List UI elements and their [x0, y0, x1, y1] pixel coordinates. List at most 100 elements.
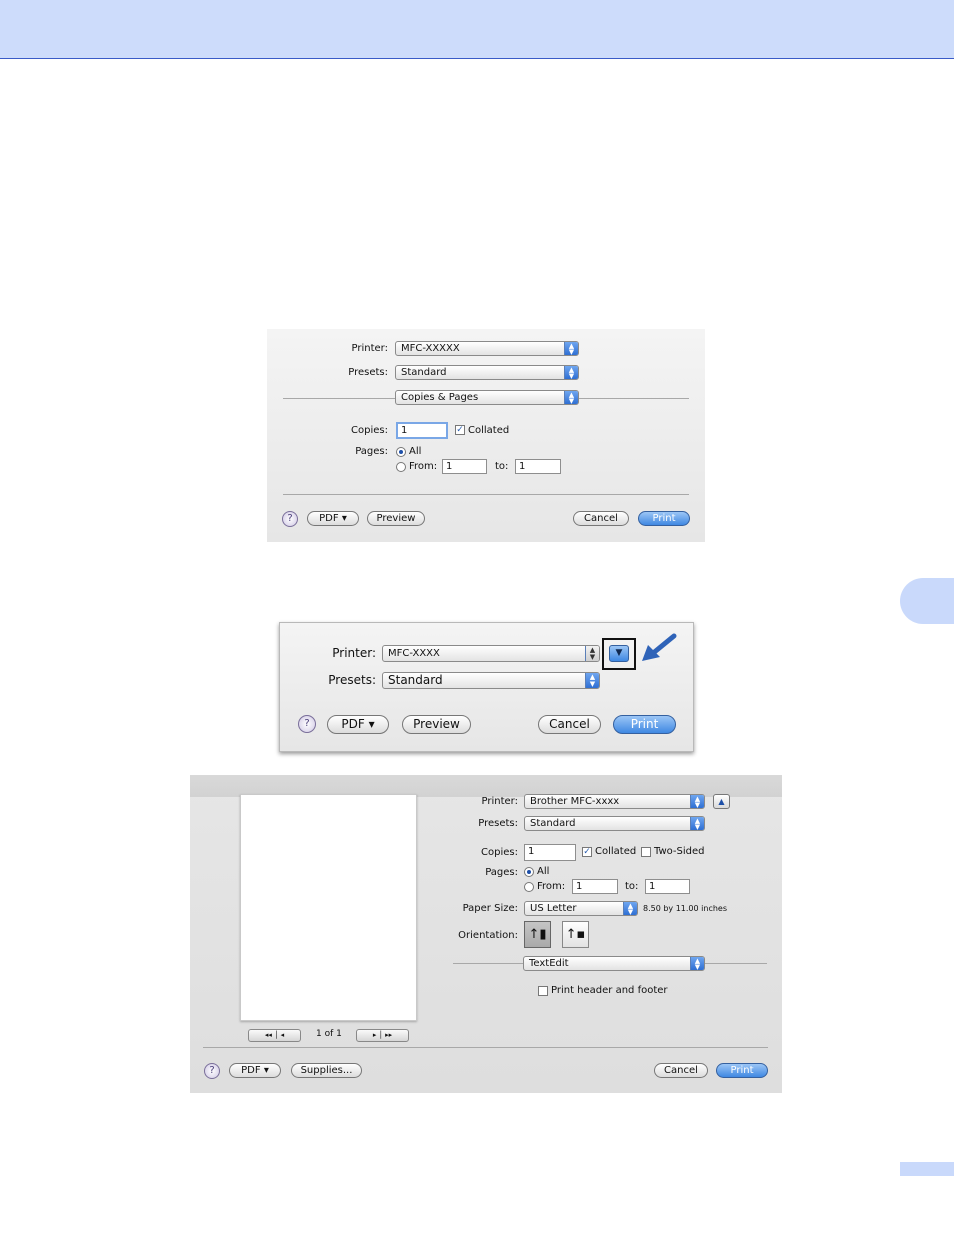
page-count: 1 of 1 [316, 1029, 342, 1039]
presets-label: Presets: [478, 818, 518, 829]
print-button[interactable]: Print [716, 1063, 768, 1078]
cancel-button[interactable]: Cancel [538, 715, 601, 734]
landscape-person-icon: ↑▪ [565, 927, 586, 942]
preview-button[interactable]: Preview [367, 511, 425, 526]
collated-checkbox[interactable]: ✓ [455, 425, 465, 435]
to-field[interactable]: 1 [645, 879, 690, 894]
header-band [0, 0, 954, 59]
presets-label: Presets: [348, 367, 388, 378]
popup-arrows-icon: ▲ ▼ [623, 902, 637, 915]
popup-arrows-icon: ▲ ▼ [585, 646, 599, 661]
pages-label: Pages: [355, 446, 388, 457]
disclosure-button[interactable]: ▼ [609, 645, 629, 662]
popup-arrows-icon: ▲ ▼ [564, 366, 578, 379]
page-preview [240, 794, 417, 1021]
to-label: to: [625, 881, 639, 892]
cancel-button[interactable]: Cancel [654, 1063, 708, 1078]
collated-label: Collated [468, 425, 510, 436]
paper-size-popup[interactable]: US Letter ▲ ▼ [524, 901, 638, 916]
first-prev-buttons[interactable]: ◂◂ │ ◂ [248, 1029, 301, 1042]
popup-arrows-icon: ▲ ▼ [690, 957, 704, 970]
separator [453, 963, 523, 964]
chapter-tab [900, 578, 954, 624]
pages-from-radio[interactable] [524, 882, 534, 892]
printer-value: MFC-XXXXX [401, 343, 460, 354]
to-field[interactable]: 1 [515, 459, 561, 474]
collapse-button[interactable]: ▲ [713, 794, 730, 809]
next-last-buttons[interactable]: ▸ │ ▸▸ [356, 1029, 409, 1042]
preview-button[interactable]: Preview [402, 715, 471, 734]
pdf-button[interactable]: PDF ▾ [327, 715, 389, 734]
portrait-person-icon: ↑▮ [528, 927, 547, 942]
orientation-label: Orientation: [458, 930, 518, 941]
triangle-down-icon: ▼ [615, 648, 623, 658]
help-icon[interactable]: ? [282, 511, 298, 527]
separator [705, 963, 767, 964]
pages-all-radio[interactable] [524, 867, 534, 877]
app-panel-value: TextEdit [529, 958, 569, 969]
pdf-button[interactable]: PDF ▾ [307, 511, 359, 526]
printer-value: MFC-XXXX [388, 648, 440, 659]
copies-field[interactable]: 1 [396, 422, 448, 439]
all-label: All [537, 866, 550, 877]
pdf-button[interactable]: PDF ▾ [229, 1063, 281, 1078]
from-label: From: [409, 461, 438, 472]
all-label: All [409, 446, 422, 457]
printer-popup[interactable]: MFC-XXXXX ▲ ▼ [395, 341, 579, 356]
panel-popup[interactable]: Copies & Pages ▲ ▼ [395, 390, 579, 405]
printer-value: Brother MFC-xxxx [530, 796, 620, 807]
two-sided-checkbox[interactable] [641, 847, 651, 857]
print-button[interactable]: Print [638, 511, 690, 526]
pages-label: Pages: [485, 867, 518, 878]
two-sided-label: Two-Sided [654, 846, 705, 857]
printer-label: Printer: [351, 343, 388, 354]
copies-label: Copies: [481, 847, 518, 858]
to-label: to: [495, 461, 509, 472]
popup-arrows-icon: ▲ ▼ [564, 342, 578, 355]
pages-from-radio[interactable] [396, 462, 406, 472]
from-label: From: [537, 881, 566, 892]
popup-arrows-icon: ▲ ▼ [564, 391, 578, 404]
help-icon[interactable]: ? [204, 1063, 220, 1079]
popup-arrows-icon: ▲ ▼ [690, 817, 704, 830]
paper-size-value: US Letter [530, 903, 577, 914]
print-dialog-expanded: ◂◂ │ ◂ 1 of 1 ▸ │ ▸▸ Printer: Brother MF… [190, 775, 782, 1093]
cancel-button[interactable]: Cancel [573, 511, 629, 526]
app-panel-popup[interactable]: TextEdit ▲ ▼ [523, 956, 705, 971]
header-footer-label: Print header and footer [551, 985, 668, 996]
arrow-pointer-icon [642, 633, 677, 661]
paper-dimensions: 8.50 by 11.00 inches [643, 904, 728, 913]
orientation-landscape-button[interactable]: ↑▪ [562, 921, 589, 948]
from-field[interactable]: 1 [572, 879, 618, 894]
popup-arrows-icon: ▲ ▼ [585, 673, 599, 688]
presets-popup[interactable]: Standard ▲ ▼ [395, 365, 579, 380]
print-dialog-copies-pages: Printer: MFC-XXXXX ▲ ▼ Presets: Standard … [267, 329, 705, 542]
printer-label: Printer: [332, 646, 376, 660]
separator [203, 1047, 768, 1048]
paper-size-label: Paper Size: [462, 903, 518, 914]
collated-checkbox[interactable]: ✓ [582, 847, 592, 857]
orientation-portrait-button[interactable]: ↑▮ [524, 921, 551, 948]
popup-arrows-icon: ▲ ▼ [690, 795, 704, 808]
copies-field[interactable]: 1 [524, 844, 576, 861]
printer-popup[interactable]: MFC-XXXX ▲ ▼ [382, 645, 600, 662]
print-button[interactable]: Print [613, 715, 676, 734]
printer-popup[interactable]: Brother MFC-xxxx ▲ ▼ [524, 794, 705, 809]
presets-value: Standard [401, 367, 447, 378]
separator [283, 398, 395, 399]
panel-value: Copies & Pages [401, 392, 479, 403]
first-page-icon: ◂◂ [264, 1031, 272, 1039]
from-field[interactable]: 1 [442, 459, 487, 474]
page-number-tab [900, 1162, 954, 1176]
supplies-button[interactable]: Supplies... [291, 1063, 362, 1078]
last-page-icon: ▸▸ [385, 1031, 393, 1039]
presets-popup[interactable]: Standard ▲ ▼ [382, 672, 600, 689]
help-icon[interactable]: ? [298, 715, 316, 733]
presets-value: Standard [530, 818, 576, 829]
separator [283, 494, 689, 495]
next-page-icon: ▸ [372, 1031, 377, 1039]
pages-all-radio[interactable] [396, 447, 406, 457]
copies-label: Copies: [351, 425, 388, 436]
header-footer-checkbox[interactable] [538, 986, 548, 996]
presets-popup[interactable]: Standard ▲ ▼ [524, 816, 705, 831]
